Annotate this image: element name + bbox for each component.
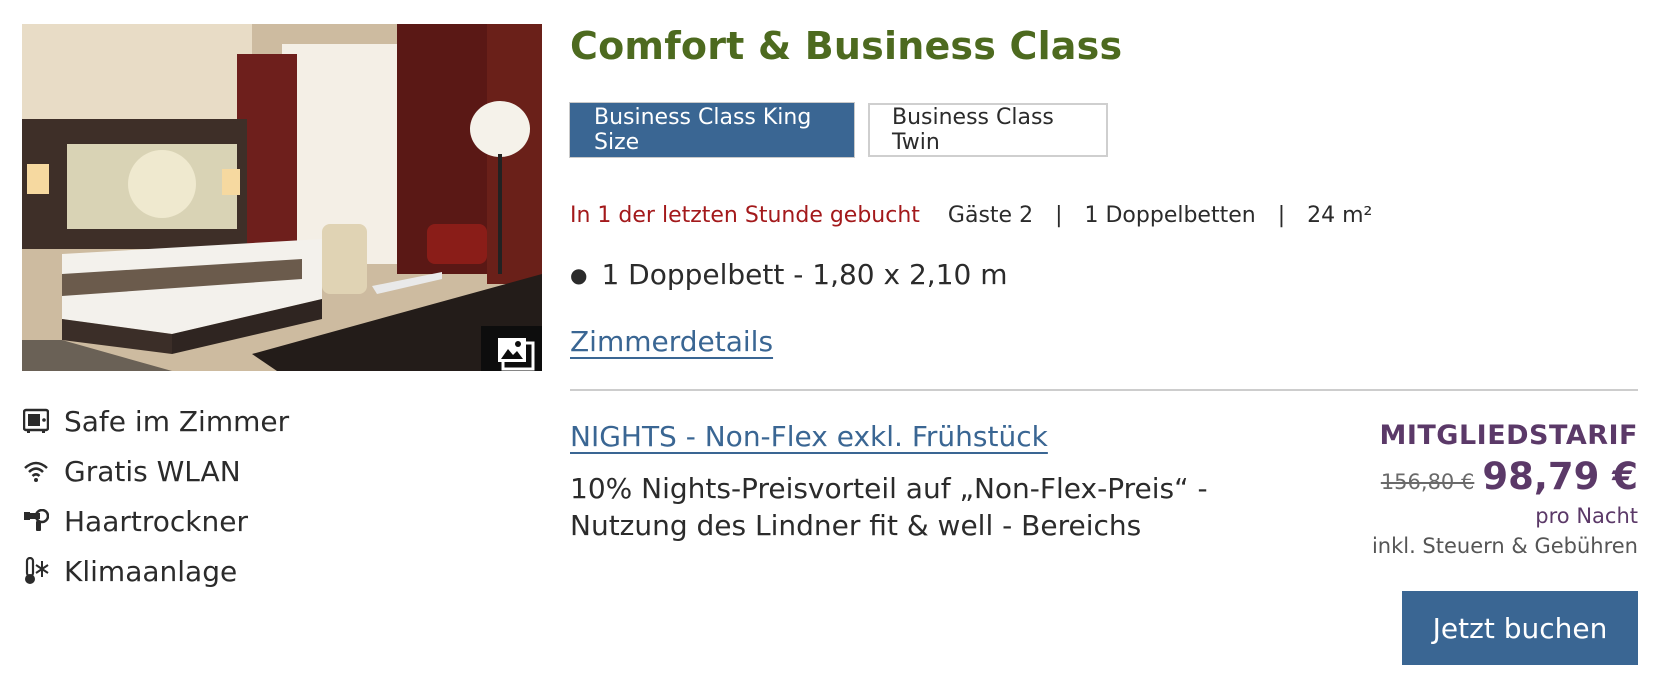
amenity-label: Klimaanlage <box>64 554 238 588</box>
room-meta: In 1 der letzten Stunde gebucht Gäste 2 … <box>570 203 1372 228</box>
tax-note: inkl. Steuern & Gebühren <box>1371 534 1638 558</box>
divider <box>570 389 1638 391</box>
hairdryer-icon <box>22 507 50 535</box>
tab-business-class-king-size[interactable]: Business Class King Size <box>570 103 854 157</box>
room-title: Comfort & Business Class <box>570 24 1123 68</box>
amenity-item: Haartrockner <box>22 496 289 546</box>
amenity-item: Gratis WLAN <box>22 446 289 496</box>
room-details-link[interactable]: Zimmerdetails <box>570 325 773 358</box>
guest-count: Gäste 2 <box>947 203 1034 228</box>
price-line: 156,80 € 98,79 € <box>1372 455 1638 498</box>
booked-notice: In 1 der letzten Stunde gebucht <box>570 203 920 228</box>
amenity-label: Safe im Zimmer <box>64 404 290 438</box>
amenity-item: Safe im Zimmer <box>22 396 289 446</box>
safe-icon <box>22 407 50 435</box>
amenity-label: Gratis WLAN <box>64 454 241 488</box>
bullet-icon: ● <box>570 262 588 287</box>
bed-list-item: ● 1 Doppelbett - 1,80 x 2,10 m <box>570 258 1008 291</box>
rate-name-link[interactable]: NIGHTS - Non-Flex exkl. Frühstück <box>570 420 1048 453</box>
separator: | <box>1055 203 1063 228</box>
separator: | <box>1277 203 1286 228</box>
per-night-label: pro Nacht <box>1535 504 1638 528</box>
amenities-list: Safe im Zimmer Gratis WLAN Haartrockner … <box>22 396 289 596</box>
room-size: 24 m² <box>1307 203 1373 228</box>
price-box: MITGLIEDSTARIF 156,80 € 98,79 € pro Nach… <box>1372 420 1638 558</box>
rate-description: 10% Nights-Preisvorteil auf „Non-Flex-Pr… <box>570 472 1208 542</box>
room-photo[interactable] <box>22 24 542 371</box>
room-photo-illustration <box>22 24 542 371</box>
amenity-item: Klimaanlage <box>22 546 289 596</box>
book-now-button[interactable]: Jetzt buchen <box>1402 591 1638 665</box>
tab-business-class-twin[interactable]: Business Class Twin <box>868 103 1108 157</box>
new-price: 98,79 € <box>1482 455 1638 498</box>
bed-description: 1 Doppelbett - 1,80 x 2,10 m <box>601 258 1008 291</box>
room-type-tabs: Business Class King Size Business Class … <box>570 103 1108 157</box>
bed-count: 1 Doppelbetten <box>1084 203 1256 228</box>
wifi-icon <box>22 457 50 485</box>
old-price: 156,80 € <box>1380 470 1475 494</box>
amenity-label: Haartrockner <box>64 504 248 538</box>
member-rate-label: MITGLIEDSTARIF <box>1379 420 1638 451</box>
gallery-button[interactable] <box>481 326 542 371</box>
air-conditioning-icon <box>22 557 50 585</box>
gallery-icon <box>497 337 534 370</box>
